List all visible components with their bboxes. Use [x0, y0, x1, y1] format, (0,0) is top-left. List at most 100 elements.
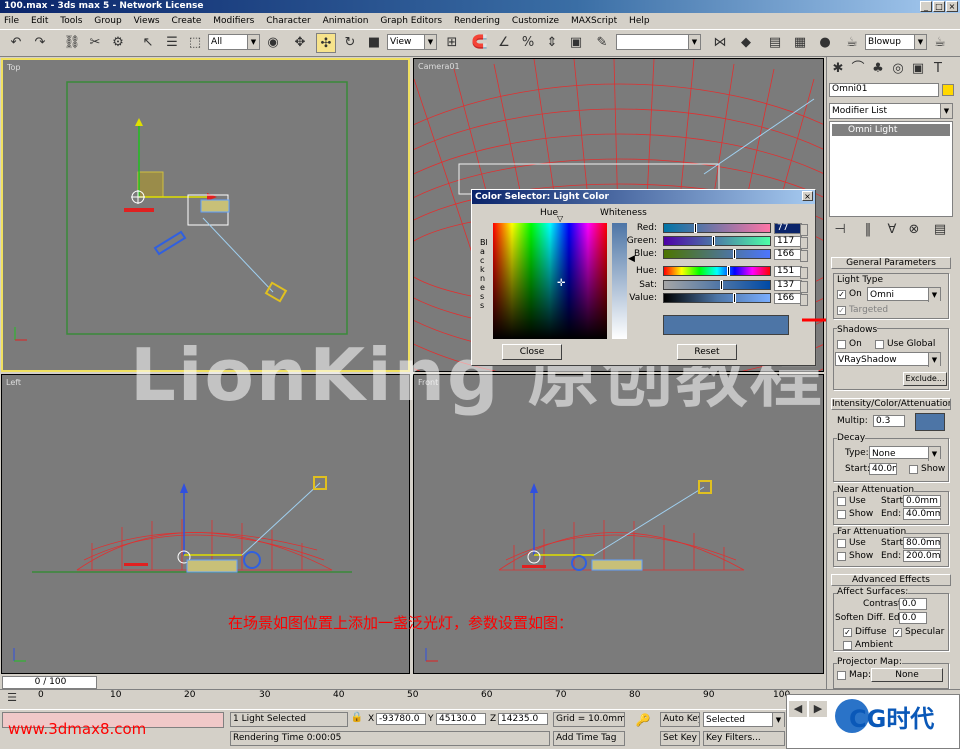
dialog-close-icon[interactable]: ×: [802, 191, 813, 201]
x-coordinate-field[interactable]: -93780.0: [376, 713, 426, 725]
auto-key-button[interactable]: Auto Key: [660, 712, 700, 727]
select-move-icon[interactable]: ✥: [290, 33, 310, 53]
edit-named-selection-icon[interactable]: ✎: [592, 33, 612, 53]
create-tab-icon[interactable]: ✱: [829, 59, 847, 79]
advanced-effects-rollout[interactable]: Advanced Effects: [831, 574, 951, 586]
render-type-dropdown[interactable]: Blowup: [865, 34, 927, 50]
material-editor-icon[interactable]: ●: [815, 33, 835, 53]
diffuse-checkbox[interactable]: ✓: [843, 628, 852, 637]
select-object-icon[interactable]: ↖: [138, 33, 158, 53]
menu-character[interactable]: Character: [266, 13, 310, 29]
reset-button[interactable]: Reset: [677, 344, 737, 360]
selection-filter-dropdown[interactable]: All: [208, 34, 260, 50]
named-selection-dropdown[interactable]: [616, 34, 701, 50]
map-button[interactable]: None: [871, 668, 943, 682]
y-coordinate-field[interactable]: 45130.0: [436, 713, 486, 725]
menu-tools[interactable]: Tools: [60, 13, 82, 29]
render-scene-icon[interactable]: ☕: [842, 33, 862, 53]
value-slider[interactable]: [663, 293, 771, 303]
menu-help[interactable]: Help: [629, 13, 650, 29]
prev-frame-icon[interactable]: ◀: [789, 701, 807, 717]
mirror-icon[interactable]: ⋈: [710, 33, 730, 53]
close-button[interactable]: ×: [946, 1, 958, 12]
shadows-on-checkbox[interactable]: [837, 340, 846, 349]
red-spinner[interactable]: 77: [774, 223, 808, 236]
menu-animation[interactable]: Animation: [323, 13, 369, 29]
align-icon[interactable]: ◆: [736, 33, 756, 53]
reference-coordinate-dropdown[interactable]: View: [387, 34, 437, 50]
near-use-checkbox[interactable]: [837, 497, 846, 506]
viewport-top[interactable]: Top: [1, 58, 410, 372]
near-start-field[interactable]: 0.0mm: [903, 495, 941, 507]
minimize-button[interactable]: _: [920, 1, 932, 12]
schematic-view-icon[interactable]: ▦: [790, 33, 810, 53]
z-coordinate-field[interactable]: 14235.0: [498, 713, 548, 725]
shadow-type-dropdown[interactable]: VRayShadow: [835, 352, 941, 367]
play-icon[interactable]: ▶: [809, 701, 827, 717]
contrast-field[interactable]: 0.0: [899, 598, 927, 610]
light-on-checkbox[interactable]: ✓: [837, 290, 846, 299]
quick-render-icon[interactable]: ☕: [930, 33, 950, 53]
scale-icon[interactable]: ■: [364, 33, 384, 53]
unlink-icon[interactable]: ✂: [85, 33, 105, 53]
specular-checkbox[interactable]: ✓: [893, 628, 902, 637]
far-end-field[interactable]: 200.0mm: [903, 550, 941, 562]
far-start-field[interactable]: 80.0mm: [903, 537, 941, 549]
menu-edit[interactable]: Edit: [31, 13, 48, 29]
menu-modifiers[interactable]: Modifiers: [213, 13, 254, 29]
green-spinner[interactable]: 117: [774, 236, 808, 249]
decay-show-checkbox[interactable]: [909, 465, 918, 474]
near-end-field[interactable]: 40.0mm: [903, 508, 941, 520]
ambient-checkbox[interactable]: [843, 641, 852, 650]
green-slider[interactable]: [663, 236, 771, 246]
utilities-tab-icon[interactable]: T: [929, 59, 947, 79]
light-type-dropdown[interactable]: Omni: [867, 287, 941, 302]
menu-group[interactable]: Group: [94, 13, 121, 29]
hue-slider[interactable]: [663, 266, 771, 276]
menu-create[interactable]: Create: [172, 13, 202, 29]
open-mini-curve-editor-icon[interactable]: ☰: [2, 688, 22, 708]
undo-icon[interactable]: ↶: [6, 33, 26, 53]
display-tab-icon[interactable]: ▣: [909, 59, 927, 79]
lock-selection-icon[interactable]: 🔒: [349, 710, 365, 726]
slider-thumb[interactable]: [727, 266, 730, 276]
set-key-button[interactable]: Set Key: [660, 731, 700, 746]
intensity-color-attenuation-rollout[interactable]: Intensity/Color/Attenuation: [831, 398, 951, 410]
track-view-icon[interactable]: ▤: [765, 33, 785, 53]
slider-thumb[interactable]: [733, 249, 736, 259]
light-color-swatch[interactable]: [915, 413, 945, 431]
sat-slider[interactable]: [663, 280, 771, 290]
add-time-tag-button[interactable]: Add Time Tag: [553, 731, 625, 746]
stack-item[interactable]: Omni Light: [832, 124, 950, 136]
menu-customize[interactable]: Customize: [512, 13, 559, 29]
multiplier-field[interactable]: 0.3: [873, 415, 905, 427]
snap-toggle-icon[interactable]: 🧲: [470, 33, 490, 53]
general-parameters-rollout[interactable]: General Parameters: [831, 257, 951, 269]
menu-file[interactable]: File: [4, 13, 19, 29]
red-slider[interactable]: [663, 223, 771, 233]
configure-sets-icon[interactable]: ▤: [931, 220, 949, 240]
maximize-button[interactable]: □: [933, 1, 945, 12]
percent-snap-icon[interactable]: %: [518, 33, 538, 53]
map-checkbox[interactable]: [837, 671, 846, 680]
show-end-result-icon[interactable]: ‖: [859, 220, 877, 240]
object-color-swatch[interactable]: [942, 84, 954, 96]
menu-rendering[interactable]: Rendering: [454, 13, 500, 29]
key-filters-button[interactable]: Key Filters...: [703, 731, 785, 746]
near-show-checkbox[interactable]: [837, 510, 846, 519]
soften-field[interactable]: 0.0: [899, 612, 927, 624]
spinner-snap-icon[interactable]: ⇕: [542, 33, 562, 53]
remove-modifier-icon[interactable]: ⊗: [905, 220, 923, 240]
bind-space-warp-icon[interactable]: ⚙: [108, 33, 128, 53]
use-global-checkbox[interactable]: [875, 340, 884, 349]
rotate-icon[interactable]: ↻: [340, 33, 360, 53]
modifier-list-dropdown[interactable]: Modifier List: [829, 103, 953, 119]
modify-tab-icon[interactable]: ⌒: [849, 59, 867, 79]
menu-graph-editors[interactable]: Graph Editors: [380, 13, 442, 29]
blue-slider[interactable]: [663, 249, 771, 259]
redo-icon[interactable]: ↷: [30, 33, 50, 53]
named-selection-icon[interactable]: ▣: [566, 33, 586, 53]
move-icon[interactable]: ✣: [316, 33, 336, 53]
object-name-field[interactable]: Omni01: [829, 83, 939, 97]
slider-thumb[interactable]: [733, 293, 736, 303]
